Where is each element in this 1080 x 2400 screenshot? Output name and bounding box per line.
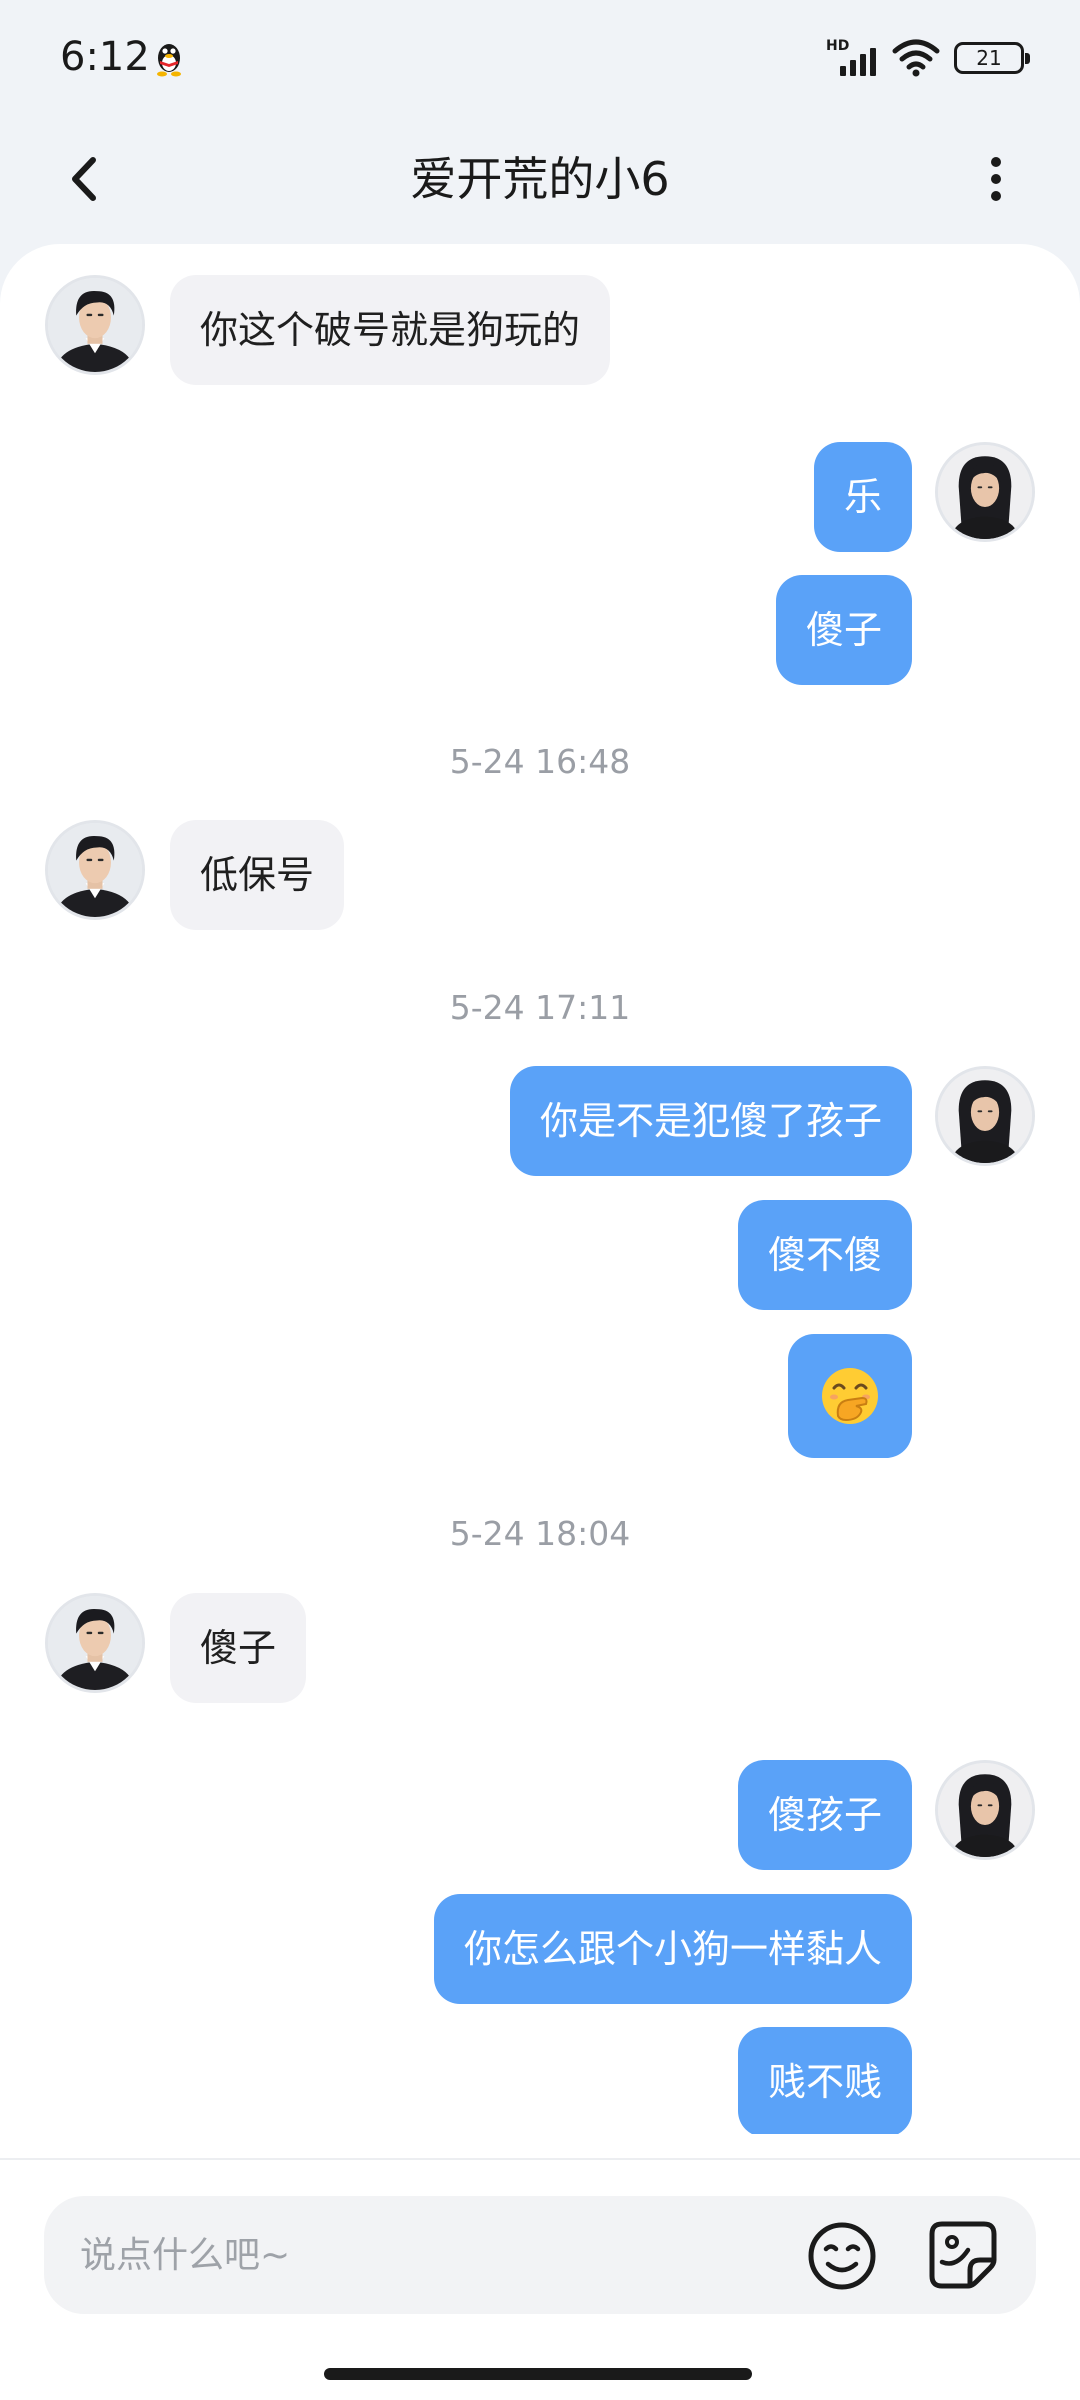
more-button[interactable] (966, 146, 1026, 212)
message-row: 你这个破号就是狗玩的 (0, 275, 1080, 385)
message-row: 傻子 (0, 1593, 1080, 1703)
my-avatar[interactable] (935, 1760, 1035, 1860)
chat-title: 爱开荒的小6 (410, 152, 670, 206)
hd-signal-icon: HD (826, 38, 878, 76)
message-row: 你是不是犯傻了孩子 (0, 1066, 1080, 1176)
outgoing-message-bubble[interactable]: 傻孩子 (737, 1760, 912, 1870)
message-row: 傻不傻 (0, 1200, 1080, 1310)
message-row: 贱不贱 (0, 2027, 1080, 2134)
qq-penguin-icon (152, 40, 186, 78)
message-row: 傻子 (0, 575, 1080, 685)
home-indicator[interactable] (324, 2368, 752, 2380)
incoming-message-bubble[interactable]: 傻子 (170, 1593, 307, 1703)
hand-over-mouth-emoji (822, 1368, 878, 1424)
outgoing-emoji-bubble[interactable] (788, 1334, 912, 1458)
outgoing-message-bubble[interactable]: 乐 (813, 442, 912, 552)
battery-level: 21 (976, 46, 1002, 70)
timestamp-label: 5-24 16:48 (449, 742, 631, 781)
wifi-icon (892, 38, 940, 78)
chat-message-list[interactable]: 你这个破号就是狗玩的 乐 傻子 5-24 16:48 低保号 5-24 17:1… (0, 244, 1080, 2134)
status-icons: HD 21 (826, 38, 1030, 78)
my-avatar[interactable] (935, 442, 1035, 542)
contact-avatar[interactable] (45, 275, 145, 375)
status-bar: 6:12 HD 21 (0, 0, 1080, 120)
outgoing-message-bubble[interactable]: 傻不傻 (737, 1200, 912, 1310)
message-row: 傻孩子 (0, 1760, 1080, 1870)
contact-avatar[interactable] (45, 820, 145, 920)
message-row (0, 1334, 1080, 1458)
outgoing-message-bubble[interactable]: 贱不贱 (737, 2027, 912, 2134)
smiley-icon (808, 2222, 876, 2290)
nav-bar: 爱开荒的小6 (0, 120, 1080, 240)
status-time: 6:12 (60, 34, 150, 80)
sticker-button[interactable] (928, 2220, 998, 2290)
timestamp-label: 5-24 17:11 (449, 988, 631, 1027)
message-row: 你怎么跟个小狗一样黏人 (0, 1894, 1080, 2004)
outgoing-message-bubble[interactable]: 傻子 (775, 575, 912, 685)
my-avatar[interactable] (935, 1066, 1035, 1166)
more-vertical-icon (991, 157, 1001, 167)
message-row: 乐 (0, 442, 1080, 552)
battery-icon: 21 (954, 42, 1030, 74)
timestamp-label: 5-24 18:04 (449, 1514, 631, 1553)
outgoing-message-bubble[interactable]: 你是不是犯傻了孩子 (509, 1066, 912, 1176)
contact-avatar[interactable] (45, 1593, 145, 1693)
incoming-message-bubble[interactable]: 你这个破号就是狗玩的 (170, 275, 611, 385)
input-bar (0, 2134, 1080, 2400)
message-row: 低保号 (0, 820, 1080, 930)
outgoing-message-bubble[interactable]: 你怎么跟个小狗一样黏人 (433, 1894, 912, 2004)
incoming-message-bubble[interactable]: 低保号 (170, 820, 345, 930)
sticker-icon (929, 2221, 997, 2289)
emoji-button[interactable] (806, 2220, 878, 2292)
message-input[interactable] (44, 2196, 1036, 2314)
input-divider (0, 2158, 1080, 2160)
